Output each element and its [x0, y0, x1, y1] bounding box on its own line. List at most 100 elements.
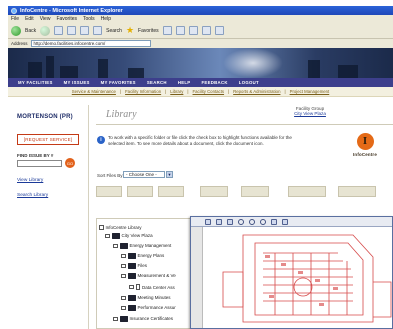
favorites-star-icon[interactable]: ★ [126, 26, 134, 35]
subnav-library[interactable]: Library [170, 89, 183, 94]
menu-file[interactable]: File [11, 16, 19, 22]
tree-item[interactable]: City View Plaza [105, 233, 153, 239]
action-button-5[interactable] [241, 186, 269, 197]
nav-logout[interactable]: LOGOUT [239, 80, 259, 85]
chevron-down-icon[interactable]: ▼ [166, 171, 173, 178]
checkbox[interactable] [99, 225, 104, 230]
refresh-icon[interactable] [67, 26, 77, 35]
menu-help[interactable]: Help [101, 16, 111, 22]
subnav-service-maintenance[interactable]: Service & Maintenance [72, 89, 116, 94]
search-library-link[interactable]: Search Library [17, 193, 48, 198]
checkbox[interactable] [129, 284, 134, 290]
company-logo: MORTENSON (PR) [17, 114, 73, 120]
document-icon[interactable] [135, 284, 140, 290]
sort-files-label: Sort Files By: [97, 173, 124, 178]
folder-icon [127, 263, 136, 269]
action-button-4[interactable] [200, 186, 228, 197]
zoom-fit-icon[interactable] [260, 218, 266, 225]
action-button-3[interactable] [158, 186, 184, 197]
action-button-1[interactable] [96, 186, 122, 197]
tree-item[interactable]: InfoCentre Library [99, 225, 142, 230]
tree-item[interactable]: Performance Assur [121, 305, 176, 311]
action-button-2[interactable] [127, 186, 153, 197]
tree-item[interactable]: Files [121, 263, 147, 269]
address-bar: Address http://demo.facilities.infocentr… [8, 39, 393, 48]
infocentre-brand-logo: I InfoCentre [345, 133, 385, 157]
tree-item[interactable]: Insurance Certificates [113, 316, 173, 322]
nav-search[interactable]: SEARCH [147, 80, 167, 85]
browser-toolbar: Back Search ★ Favorites [8, 23, 393, 39]
folder-icon [127, 273, 136, 279]
folder-icon [119, 243, 128, 249]
zoom-out-icon[interactable] [249, 218, 255, 225]
print-icon[interactable] [188, 26, 198, 35]
document-viewer-window[interactable] [190, 216, 393, 329]
nav-help[interactable]: HELP [178, 80, 191, 85]
mail-icon[interactable] [175, 26, 185, 35]
facility-group-link[interactable]: City View Plaza [275, 111, 345, 116]
menu-tools[interactable]: Tools [83, 16, 95, 22]
favorites-button-label[interactable]: Favorites [138, 28, 159, 34]
checkbox[interactable] [121, 253, 126, 258]
home-icon[interactable] [80, 26, 90, 35]
checkbox[interactable] [121, 305, 126, 310]
tree-item[interactable]: Meeting Minutes [121, 295, 171, 301]
back-button-label[interactable]: Back [25, 28, 36, 34]
nav-my-favorites[interactable]: MY FAVORITES [101, 80, 136, 85]
checkbox[interactable] [113, 316, 118, 321]
search-icon[interactable] [93, 26, 103, 35]
stop-icon[interactable] [54, 26, 64, 35]
history-icon[interactable] [162, 26, 172, 35]
checkbox[interactable] [121, 263, 126, 268]
select-icon[interactable] [227, 218, 233, 225]
folder-icon [127, 295, 136, 301]
go-button[interactable]: GO [65, 158, 75, 168]
nav-feedback[interactable]: FEEDBACK [201, 80, 227, 85]
checkbox[interactable] [105, 233, 110, 238]
page-title: Library [106, 109, 137, 120]
save-icon[interactable] [205, 218, 211, 225]
address-input[interactable]: http://demo.facilities.infocentre.com/ [30, 40, 151, 47]
subnav-reports-administration[interactable]: Reports & Administration [233, 89, 280, 94]
checkbox[interactable] [121, 273, 126, 278]
pan-icon[interactable] [271, 218, 277, 225]
back-arrow-icon[interactable] [11, 25, 21, 36]
action-button-7[interactable] [338, 186, 376, 197]
request-service-button[interactable]: [REQUEST SERVICE] [17, 134, 79, 145]
infocentre-logo-icon: I [356, 133, 374, 150]
sort-files-select[interactable]: - Choose One - [123, 171, 165, 178]
floor-plan-drawing[interactable] [203, 227, 392, 328]
action-button-6[interactable] [288, 186, 326, 197]
menu-favorites[interactable]: Favorites [56, 16, 77, 22]
window-title: InfoCentre - Microsoft Internet Explorer [20, 7, 123, 14]
layers-icon[interactable] [282, 218, 288, 225]
subnav-facility-contacts[interactable]: Facility Contacts [193, 89, 225, 94]
nav-my-issues[interactable]: MY ISSUES [64, 80, 90, 85]
edit-icon[interactable] [201, 26, 211, 35]
checkbox[interactable] [121, 295, 126, 300]
print-icon[interactable] [216, 218, 222, 225]
search-button-label[interactable]: Search [106, 28, 122, 34]
menu-edit[interactable]: Edit [25, 16, 34, 22]
subnav-project-management[interactable]: Project Management [290, 89, 330, 94]
viewer-toolbar [191, 217, 392, 227]
tree-item[interactable]: Energy Management [113, 243, 171, 249]
divider [96, 124, 393, 125]
sub-nav: Service & Maintenance | Facility Informa… [8, 87, 393, 97]
address-label: Address [11, 41, 28, 46]
folder-icon[interactable] [214, 26, 224, 35]
subnav-facility-information[interactable]: Facility Information [125, 89, 161, 94]
folder-icon [119, 316, 128, 322]
floor-plan-svg [222, 234, 392, 323]
zoom-in-icon[interactable] [238, 218, 244, 225]
view-library-link[interactable]: View Library [17, 178, 43, 183]
tree-item[interactable]: Data Center Ass [129, 284, 175, 290]
find-issue-input[interactable] [17, 160, 62, 167]
facility-group: Facility Group City View Plaza [275, 106, 345, 116]
tree-item[interactable]: Measurement & Ve [121, 273, 176, 279]
tree-item[interactable]: Energy Plans [121, 253, 164, 259]
checkbox[interactable] [113, 243, 118, 248]
nav-my-facilities[interactable]: MY FACILITIES [18, 80, 53, 85]
menu-view[interactable]: View [40, 16, 51, 22]
forward-arrow-icon[interactable] [40, 25, 51, 36]
